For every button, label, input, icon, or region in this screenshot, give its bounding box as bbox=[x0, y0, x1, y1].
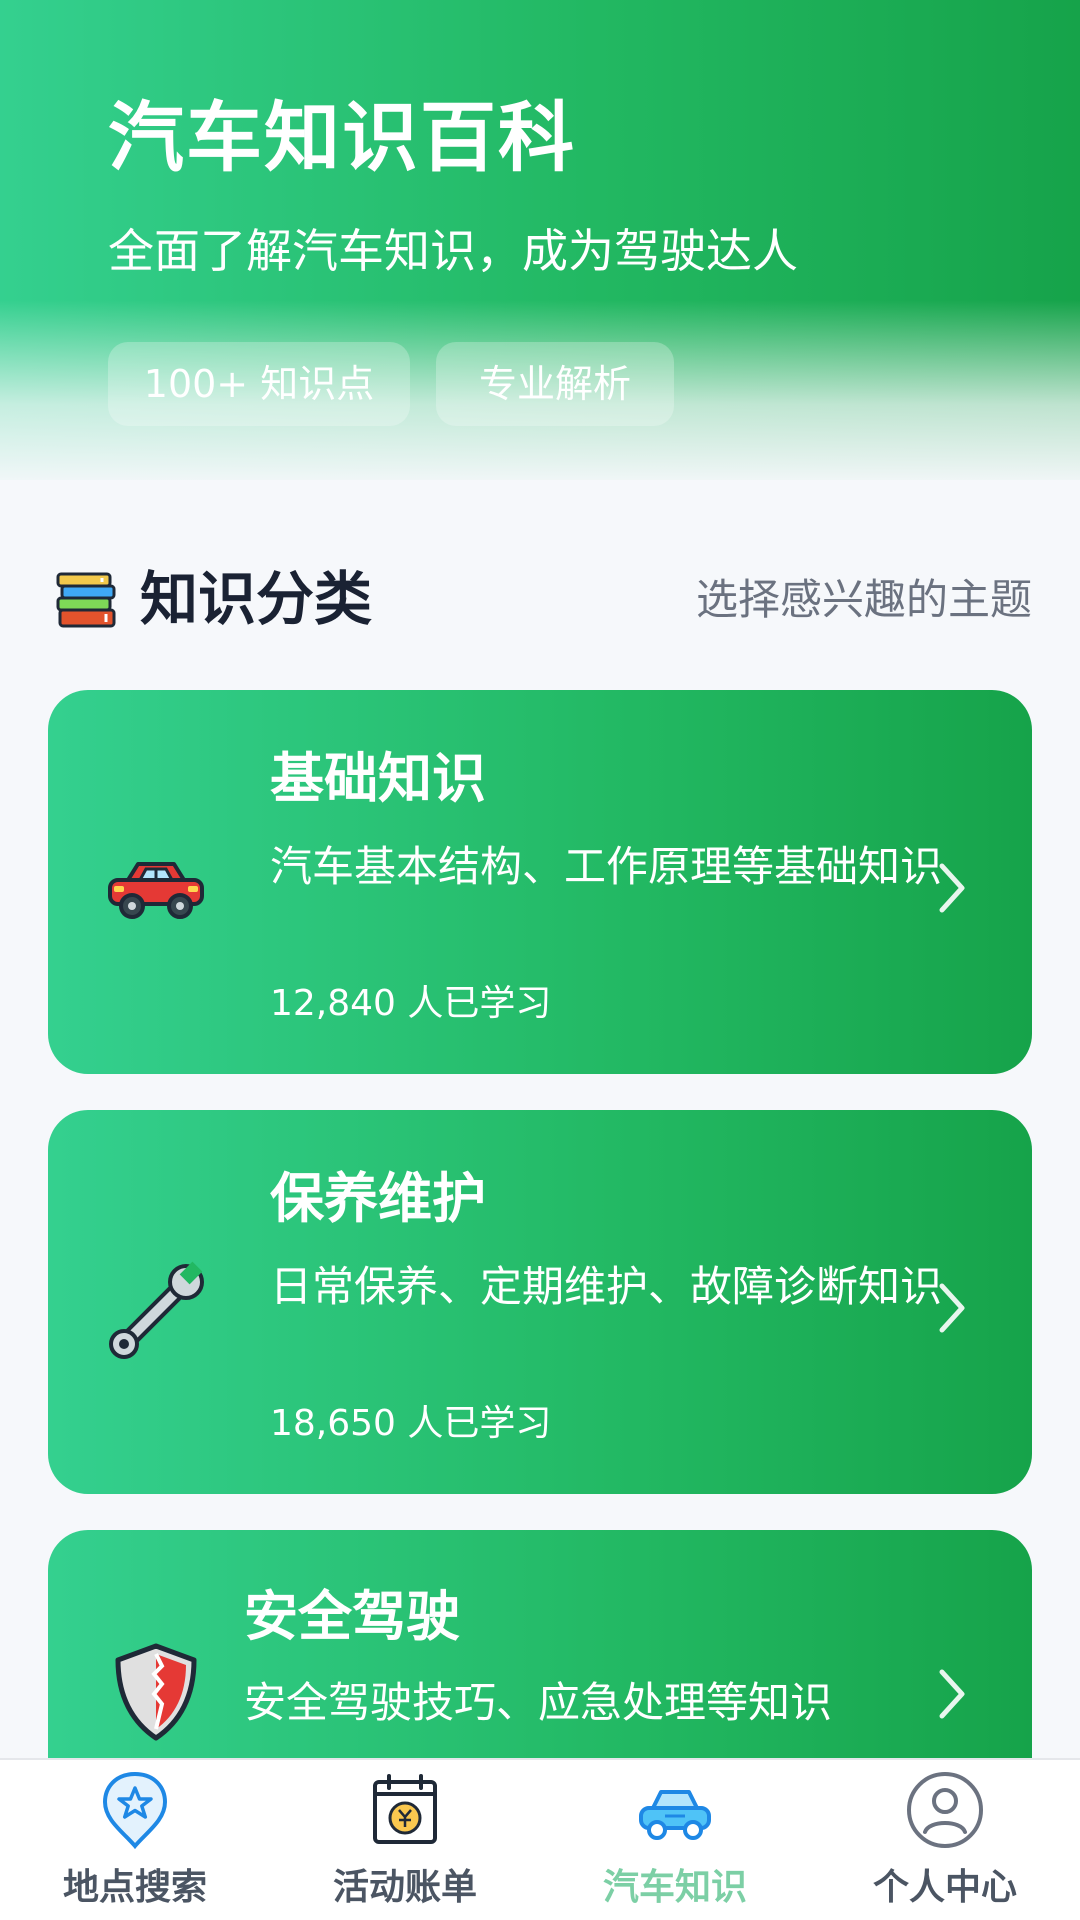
tab-car-knowledge[interactable]: 汽车知识 bbox=[540, 1760, 810, 1920]
location-star-icon bbox=[102, 1771, 168, 1850]
category-description: 安全驾驶技巧、应急处理等知识 bbox=[244, 1678, 833, 1727]
tab-label: 地点搜索 bbox=[62, 1867, 207, 1908]
section-title: 知识分类 bbox=[140, 565, 373, 633]
category-learner-count: 18,650 人已学习 bbox=[270, 1403, 552, 1444]
category-learner-count: 12,840 人已学习 bbox=[270, 983, 552, 1024]
tab-label: 个人中心 bbox=[872, 1867, 1017, 1908]
page-subtitle: 全面了解汽车知识，成为驾驶达人 bbox=[108, 224, 798, 278]
section-hint: 选择感兴趣的主题 bbox=[695, 575, 1032, 624]
chevron-right-icon bbox=[939, 863, 965, 913]
car-icon bbox=[108, 862, 204, 919]
bottom-tab-bar: 地点搜索 活动账单 汽车知识 个人中心 bbox=[0, 1758, 1080, 1920]
tab-location-search[interactable]: 地点搜索 bbox=[0, 1760, 270, 1920]
tag-knowledge-count: 100+ 知识点 bbox=[108, 342, 410, 426]
category-card-basics[interactable]: 基础知识 汽车基本结构、工作原理等基础知识 12,840 人已学习 bbox=[48, 690, 1032, 1074]
category-title: 保养维护 bbox=[270, 1167, 486, 1230]
category-description: 日常保养、定期维护、故障诊断知识 bbox=[270, 1262, 943, 1311]
category-title: 安全驾驶 bbox=[244, 1585, 460, 1648]
category-title: 基础知识 bbox=[270, 747, 486, 810]
shield-icon bbox=[115, 1643, 197, 1741]
tab-label: 活动账单 bbox=[332, 1867, 477, 1908]
page-title: 汽车知识百科 bbox=[108, 93, 576, 182]
category-card-maintenance[interactable]: 保养维护 日常保养、定期维护、故障诊断知识 18,650 人已学习 bbox=[48, 1110, 1032, 1494]
category-description: 汽车基本结构、工作原理等基础知识 bbox=[270, 842, 943, 891]
chevron-right-icon bbox=[939, 1283, 965, 1333]
wrench-icon bbox=[109, 1261, 204, 1359]
books-icon bbox=[56, 572, 116, 628]
tab-profile[interactable]: 个人中心 bbox=[810, 1760, 1080, 1920]
chevron-right-icon bbox=[939, 1669, 965, 1719]
tab-label: 汽车知识 bbox=[602, 1867, 747, 1908]
user-icon bbox=[907, 1772, 983, 1848]
tag-expert-analysis: 专业解析 bbox=[436, 342, 674, 426]
car-front-icon bbox=[639, 1790, 711, 1840]
tab-activity-bill[interactable]: 活动账单 bbox=[270, 1760, 540, 1920]
app-screen: 汽车知识百科 全面了解汽车知识，成为驾驶达人 100+ 知识点 专业解析 知识分… bbox=[0, 0, 1080, 1920]
calendar-bill-icon bbox=[373, 1774, 437, 1844]
